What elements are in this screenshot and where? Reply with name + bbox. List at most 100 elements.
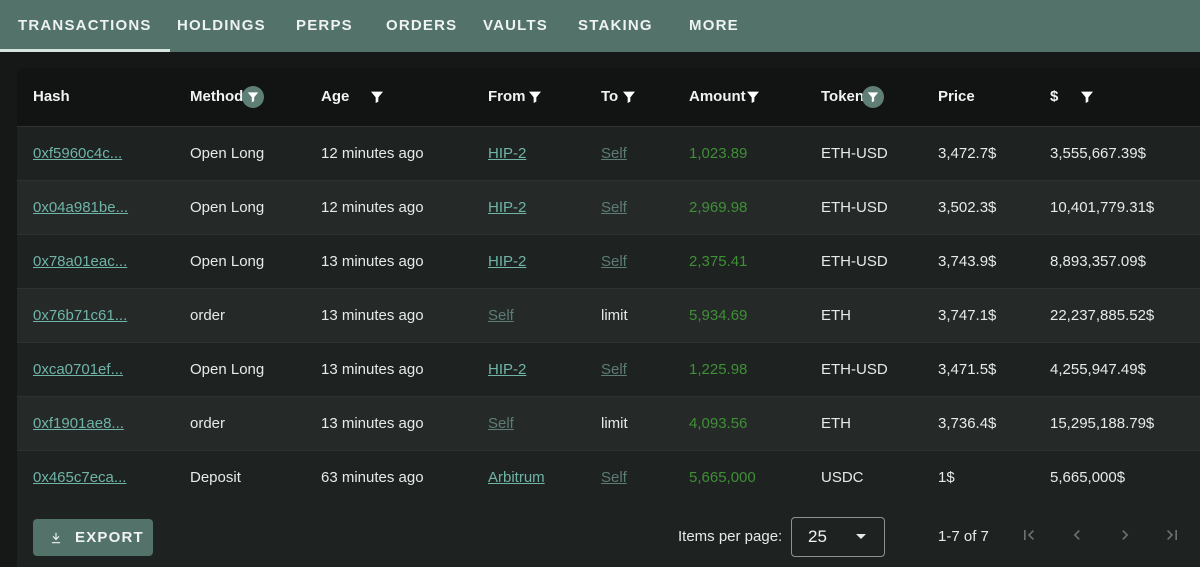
hash-link[interactable]: 0xca0701ef...	[33, 343, 123, 397]
tab-more[interactable]: MORE	[689, 0, 739, 52]
method-cell: order	[190, 307, 226, 324]
from-link[interactable]: HIP-2	[488, 235, 526, 289]
token-cell: ETH-USD	[821, 145, 888, 162]
age-cell: 13 minutes ago	[321, 253, 424, 270]
to-cell: limit	[601, 307, 628, 324]
table-row: 0x76b71c61... order 13 minutes ago Self …	[17, 288, 1200, 342]
hash-link[interactable]: 0x465c7eca...	[33, 451, 126, 505]
amount-cell: 2,969.98	[689, 199, 748, 216]
table-footer: EXPORT Items per page: 25 1-7 of 7	[17, 506, 1200, 567]
age-cell: 13 minutes ago	[321, 415, 424, 432]
token-cell: ETH-USD	[821, 361, 888, 378]
filter-icon[interactable]	[619, 87, 639, 107]
tab-vaults[interactable]: VAULTS	[483, 0, 548, 52]
from-link[interactable]: Self	[488, 289, 514, 343]
table-row: 0x465c7eca... Deposit 63 minutes ago Arb…	[17, 450, 1200, 504]
to-link[interactable]: Self	[601, 235, 627, 289]
export-button[interactable]: EXPORT	[33, 519, 153, 556]
column-header-token[interactable]: Token	[821, 68, 864, 126]
method-cell: Open Long	[190, 361, 265, 378]
last-page-icon	[1162, 525, 1182, 550]
usd-value-cell: 22,237,885.52$	[1050, 307, 1155, 324]
first-page-button[interactable]	[1016, 524, 1042, 550]
method-cell: Deposit	[190, 469, 241, 486]
column-header-from[interactable]: From	[488, 68, 526, 126]
age-cell: 13 minutes ago	[321, 307, 424, 324]
tab-holdings[interactable]: HOLDINGS	[177, 0, 266, 52]
age-cell: 12 minutes ago	[321, 199, 424, 216]
column-header-price[interactable]: Price	[938, 68, 975, 126]
table-row: 0xf5960c4c... Open Long 12 minutes ago H…	[17, 126, 1200, 180]
to-link[interactable]: Self	[601, 181, 627, 235]
chevron-left-icon	[1067, 525, 1087, 550]
table-row: 0xca0701ef... Open Long 13 minutes ago H…	[17, 342, 1200, 396]
next-page-button[interactable]	[1112, 524, 1138, 550]
items-per-page-label: Items per page:	[678, 528, 783, 545]
to-link[interactable]: Self	[601, 451, 627, 505]
filter-icon[interactable]	[525, 87, 545, 107]
price-cell: 3,736.4$	[938, 415, 997, 432]
tab-bar: TRANSACTIONS HOLDINGS PERPS ORDERS VAULT…	[0, 0, 1200, 52]
hash-link[interactable]: 0x04a981be...	[33, 181, 128, 235]
hash-link[interactable]: 0x76b71c61...	[33, 289, 127, 343]
age-cell: 13 minutes ago	[321, 361, 424, 378]
filter-icon[interactable]	[862, 86, 884, 108]
filter-icon[interactable]	[367, 87, 387, 107]
method-cell: order	[190, 415, 226, 432]
hash-link[interactable]: 0xf5960c4c...	[33, 127, 122, 181]
usd-value-cell: 4,255,947.49$	[1050, 361, 1146, 378]
price-cell: 3,747.1$	[938, 307, 997, 324]
tab-orders[interactable]: ORDERS	[386, 0, 457, 52]
amount-cell: 5,665,000	[689, 469, 756, 486]
price-cell: 3,472.7$	[938, 145, 997, 162]
items-per-page-value: 25	[808, 527, 827, 546]
previous-page-button[interactable]	[1064, 524, 1090, 550]
from-link[interactable]: Self	[488, 397, 514, 451]
items-per-page-select[interactable]: 25	[791, 517, 885, 557]
tab-perps[interactable]: PERPS	[296, 0, 353, 52]
filter-icon[interactable]	[743, 87, 763, 107]
usd-value-cell: 15,295,188.79$	[1050, 415, 1155, 432]
table-row: 0x78a01eac... Open Long 13 minutes ago H…	[17, 234, 1200, 288]
hash-link[interactable]: 0x78a01eac...	[33, 235, 127, 289]
price-cell: 3,743.9$	[938, 253, 997, 270]
column-header-usd[interactable]: $	[1050, 68, 1058, 126]
from-link[interactable]: Arbitrum	[488, 451, 545, 505]
age-cell: 63 minutes ago	[321, 469, 424, 486]
filter-icon[interactable]	[242, 86, 264, 108]
price-cell: 3,502.3$	[938, 199, 997, 216]
amount-cell: 4,093.56	[689, 415, 748, 432]
hash-link[interactable]: 0xf1901ae8...	[33, 397, 124, 451]
amount-cell: 2,375.41	[689, 253, 748, 270]
from-link[interactable]: HIP-2	[488, 181, 526, 235]
dropdown-caret-icon	[856, 534, 866, 539]
to-link[interactable]: Self	[601, 127, 627, 181]
method-cell: Open Long	[190, 145, 265, 162]
method-cell: Open Long	[190, 199, 265, 216]
column-header-amount[interactable]: Amount	[689, 68, 746, 126]
transactions-card: Hash Method Age From To Amount Token Pri…	[17, 68, 1200, 567]
column-header-to[interactable]: To	[601, 68, 618, 126]
download-icon	[49, 531, 63, 545]
usd-value-cell: 3,555,667.39$	[1050, 145, 1146, 162]
filter-icon[interactable]	[1077, 87, 1097, 107]
from-link[interactable]: HIP-2	[488, 127, 526, 181]
last-page-button[interactable]	[1159, 524, 1185, 550]
usd-value-cell: 10,401,779.31$	[1050, 199, 1155, 216]
to-cell: limit	[601, 415, 628, 432]
tab-staking[interactable]: STAKING	[578, 0, 653, 52]
price-cell: 3,471.5$	[938, 361, 997, 378]
column-header-hash[interactable]: Hash	[33, 68, 70, 126]
table-header: Hash Method Age From To Amount Token Pri…	[17, 68, 1200, 126]
token-cell: USDC	[821, 469, 864, 486]
from-link[interactable]: HIP-2	[488, 343, 526, 397]
tab-transactions[interactable]: TRANSACTIONS	[0, 0, 170, 52]
table-row: 0x04a981be... Open Long 12 minutes ago H…	[17, 180, 1200, 234]
column-header-method[interactable]: Method	[190, 68, 243, 126]
chevron-right-icon	[1115, 525, 1135, 550]
first-page-icon	[1019, 525, 1039, 550]
to-link[interactable]: Self	[601, 343, 627, 397]
token-cell: ETH	[821, 415, 851, 432]
column-header-age[interactable]: Age	[321, 68, 349, 126]
token-cell: ETH-USD	[821, 199, 888, 216]
